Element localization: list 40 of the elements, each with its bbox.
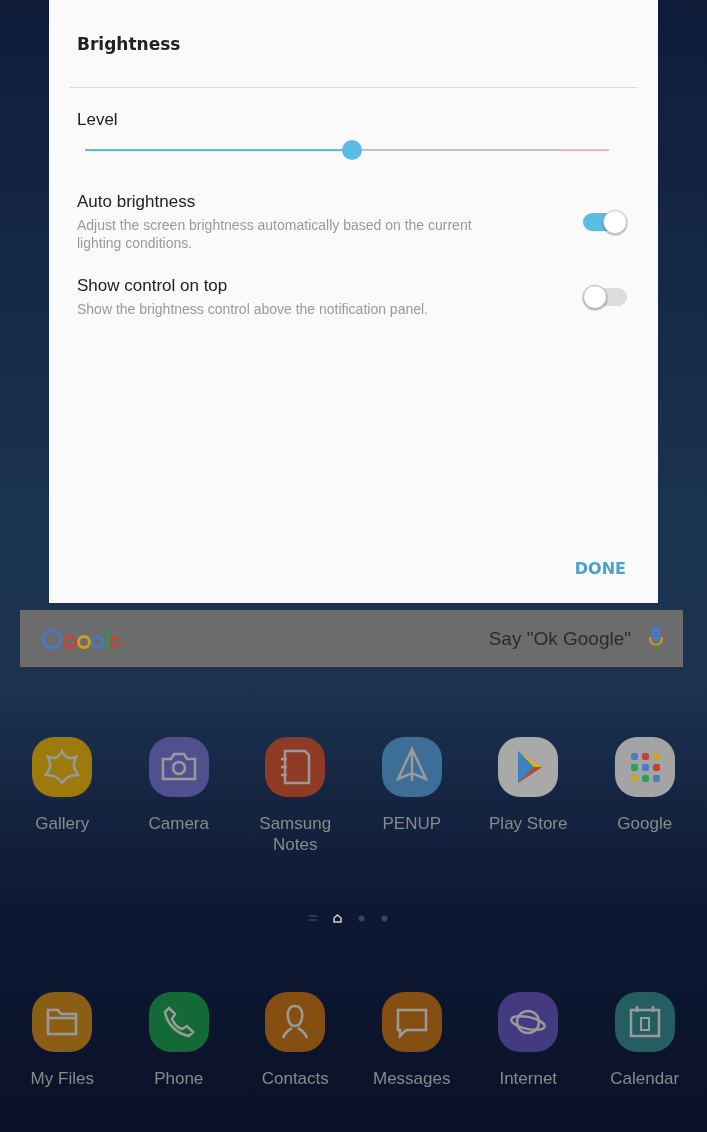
app-label: Camera	[147, 813, 210, 834]
app-label: Internet	[498, 1068, 559, 1089]
planet-icon[interactable]	[498, 992, 559, 1052]
done-button[interactable]: DONE	[574, 559, 626, 578]
app-label: Samsung Notes	[258, 813, 333, 855]
app-label: PENUP	[381, 813, 443, 834]
camera-icon[interactable]	[148, 737, 209, 797]
phone-icon[interactable]	[148, 992, 209, 1052]
folder-icon[interactable]	[32, 992, 93, 1052]
calendar-icon[interactable]	[614, 992, 675, 1052]
app-label: Google	[616, 813, 674, 834]
search-bar[interactable]: Say "Ok Google"	[20, 610, 683, 667]
play-icon[interactable]	[498, 737, 559, 797]
app-label: Play Store	[488, 813, 569, 834]
app-label: My Files	[29, 1068, 95, 1089]
notebook-icon[interactable]	[265, 737, 326, 797]
voice-search-hint: Say "Ok Google"	[488, 627, 631, 650]
app-label: Messages	[372, 1068, 452, 1089]
setting-description: Adjust the screen brightness automatically based on the current lighting conditions.	[77, 216, 473, 252]
setting-title: Auto brightness	[77, 192, 196, 212]
app-label: Contacts	[260, 1068, 330, 1089]
level-label: Level	[77, 110, 118, 130]
home-page-icon[interactable]	[333, 913, 342, 923]
app-label: Calendar	[609, 1068, 681, 1089]
paper-plane-icon[interactable]	[381, 737, 442, 797]
slider-thumb[interactable]	[342, 140, 363, 160]
brightness-slider[interactable]	[85, 140, 609, 160]
chat-bubble-icon[interactable]	[381, 992, 442, 1052]
page-dot-icon[interactable]	[358, 914, 365, 922]
app-label: Phone	[153, 1068, 205, 1089]
toggle-switch[interactable]	[583, 285, 627, 309]
setting-description: Show the brightness control above the notification panel.	[77, 300, 428, 318]
flower-icon[interactable]	[32, 737, 93, 797]
app-grid-icon[interactable]	[614, 737, 675, 797]
page-dot-icon[interactable]	[381, 914, 388, 922]
person-icon[interactable]	[265, 992, 326, 1052]
setting-title: Show control on top	[77, 276, 228, 296]
app-label: Gallery	[34, 813, 91, 834]
dialog-title: Brightness	[76, 33, 182, 54]
toggle-switch[interactable]	[583, 210, 627, 234]
